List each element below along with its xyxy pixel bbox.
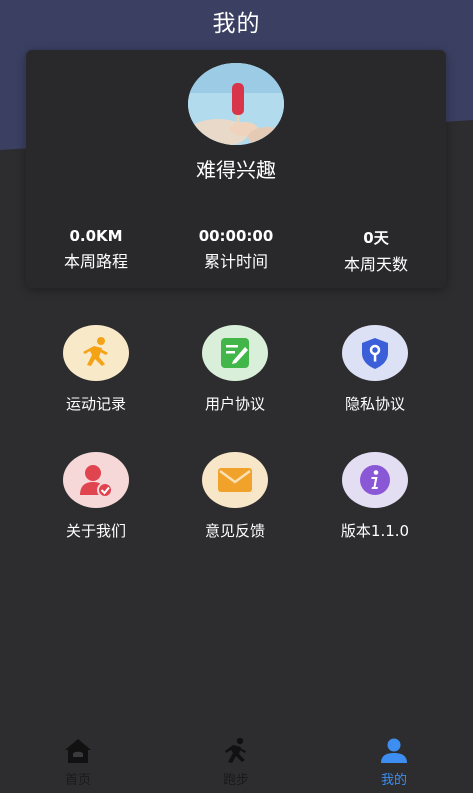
tab-home[interactable]: 首页 [18,737,138,788]
shield-key-icon [342,325,408,381]
stat-value: 0天 [363,229,389,247]
avatar[interactable] [188,63,284,145]
menu-item-label: 关于我们 [65,522,126,540]
document-edit-icon [202,325,268,381]
stat-label: 本周路程 [63,252,128,271]
menu-item-user-agreement[interactable]: 用户协议 [165,325,305,414]
menu-item-label: 版本1.1.0 [340,522,410,540]
menu-item-label: 运动记录 [65,395,126,413]
tab-run[interactable]: 跑步 [176,737,296,788]
profile-card: 难得兴趣 0.0KM 本周路程 00:00:00 累计时间 0天 本周天数 [26,50,446,288]
home-icon [65,739,91,763]
menu-item-label: 隐私协议 [344,395,405,413]
stat-weekly-days: 0天 本周天数 [306,227,446,275]
tab-label: 首页 [64,773,91,788]
menu-item-label: 用户协议 [204,395,265,413]
menu-item-about-us[interactable]: 关于我们 [26,452,166,541]
tab-label: 我的 [380,773,407,788]
username: 难得兴趣 [196,158,276,182]
stat-value: 0.0KM [69,227,123,245]
envelope-icon [202,452,268,508]
avatar-image [188,63,284,145]
menu-item-version[interactable]: 版本1.1.0 [305,452,445,541]
menu-item-exercise-records[interactable]: 运动记录 [26,325,166,414]
tab-mine[interactable]: 我的 [334,737,454,788]
stat-label: 本周天数 [343,255,408,274]
running-icon [225,737,246,763]
running-person-icon [63,325,129,381]
stat-value: 00:00:00 [198,227,274,245]
stat-label: 累计时间 [203,252,268,271]
tab-label: 跑步 [222,773,249,788]
menu-item-privacy-policy[interactable]: 隐私协议 [305,325,445,414]
menu-item-label: 意见反馈 [204,522,265,540]
stat-weekly-distance: 0.0KM 本周路程 [26,227,166,272]
person-icon [381,738,407,763]
info-icon [342,452,408,508]
bottom-tab-bar: 首页 跑步 我的 [0,733,473,793]
menu-item-feedback[interactable]: 意见反馈 [165,452,305,541]
user-check-icon [63,452,129,508]
page-title: 我的 [212,11,261,37]
stat-total-time: 00:00:00 累计时间 [166,227,306,272]
